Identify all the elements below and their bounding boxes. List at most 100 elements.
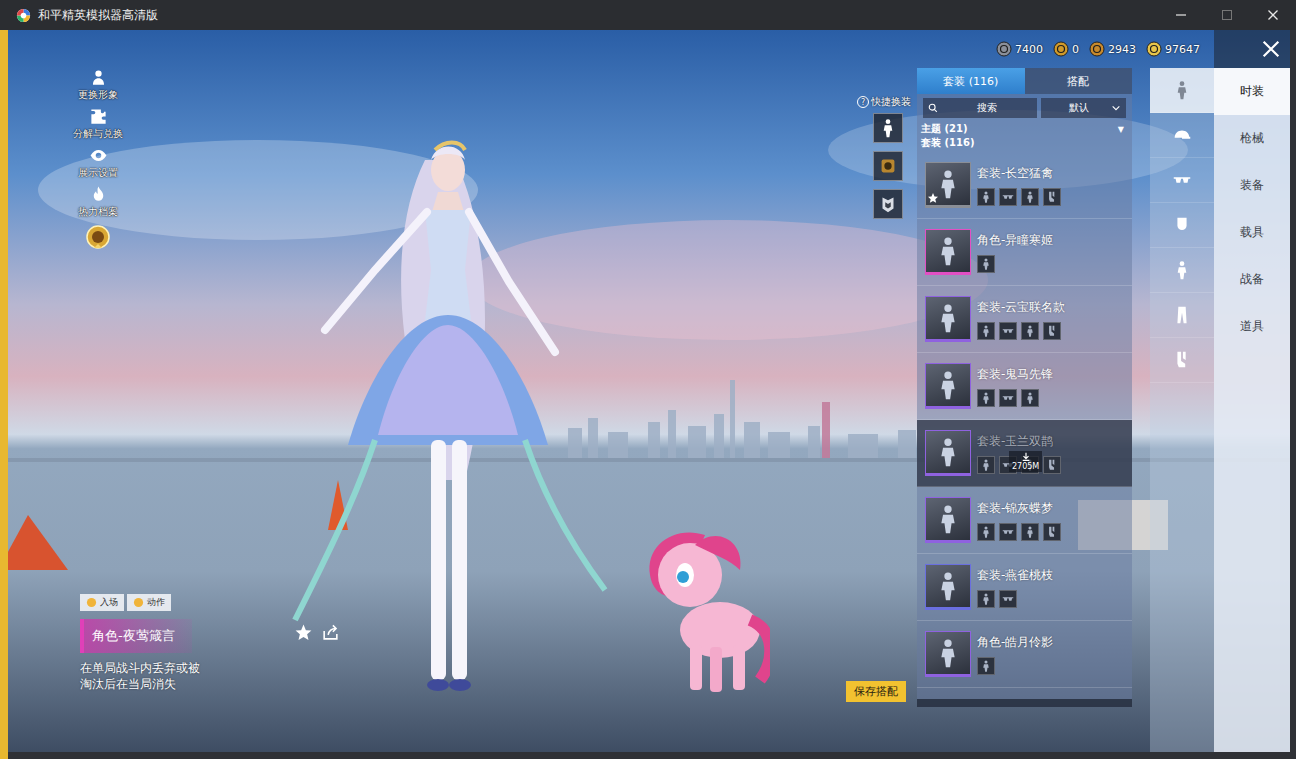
quick-slot[interactable] <box>873 151 903 181</box>
title-bar: 和平精英模拟器高清版 <box>0 0 1296 30</box>
info-tab[interactable]: 入场 <box>80 594 124 611</box>
outfit-item-body: 套装-锦灰蝶梦 <box>977 500 1128 541</box>
outfit-item[interactable]: 套装-鬼马先锋 <box>917 353 1132 420</box>
menu-label: 分解与兑换 <box>73 127 123 141</box>
part-icon <box>1001 190 1015 204</box>
outfit-name: 角色-异瞳寒姬 <box>977 232 1128 249</box>
outfit-item[interactable]: 角色-皓月伶影 <box>917 621 1132 688</box>
character-figure[interactable] <box>285 120 625 700</box>
outfit-thumbnail <box>925 296 971 342</box>
wardrobe-slot[interactable] <box>1150 68 1214 113</box>
favorite-button[interactable] <box>294 623 313 645</box>
outfit-item[interactable]: 套装-长空猛禽 <box>917 152 1132 219</box>
pet-pony[interactable] <box>645 515 770 700</box>
wardrobe-slot[interactable] <box>1150 248 1214 293</box>
outfit-item-body: 角色-皓月伶影 <box>977 634 1128 675</box>
outfit-parts <box>977 523 1128 541</box>
share-button[interactable] <box>321 623 340 645</box>
currency: 7400 <box>996 41 1043 57</box>
category-item[interactable]: 装备 <box>1214 162 1290 209</box>
outfit-thumbnail <box>925 564 971 610</box>
outfit-item[interactable]: 套装-锦灰蝶梦 <box>917 487 1132 554</box>
slot-icon <box>1171 124 1193 146</box>
info-tab-label: 入场 <box>100 596 118 609</box>
side-menu-item[interactable]: 更换形象 <box>78 68 118 102</box>
side-menu-item[interactable]: 展示设置 <box>78 146 118 180</box>
currency: 2943 <box>1089 41 1136 57</box>
currency-amount: 7400 <box>1015 43 1043 56</box>
part-icon <box>1045 458 1059 472</box>
wardrobe-slot[interactable] <box>1150 113 1214 158</box>
panel-scrollbar[interactable] <box>917 699 1132 707</box>
sort-dropdown[interactable]: 默认 <box>1041 98 1126 118</box>
outfit-thumbnail <box>925 363 971 409</box>
search-field[interactable]: 搜索 <box>923 98 1037 118</box>
tier-badge[interactable] <box>84 224 112 255</box>
category-item[interactable]: 枪械 <box>1214 115 1290 162</box>
category-item[interactable]: 载具 <box>1214 209 1290 256</box>
outfit-item-body: 套装-长空猛禽 <box>977 165 1128 206</box>
chevron-down-icon <box>1111 103 1121 113</box>
category-item[interactable]: 时装 <box>1214 68 1290 115</box>
outfit-part <box>1043 188 1061 206</box>
outfit-item[interactable]: 角色-异瞳寒姬 <box>917 219 1132 286</box>
minimize-button[interactable] <box>1158 0 1204 30</box>
outfit-figure-icon <box>931 368 965 402</box>
menu-label: 展示设置 <box>78 166 118 180</box>
save-outfit-button[interactable]: 保存搭配 <box>846 681 906 702</box>
wardrobe-slot[interactable] <box>1150 203 1214 248</box>
theme-filter[interactable]: 主题 (21) ▼ <box>917 120 1132 136</box>
currency: 0 <box>1053 41 1079 57</box>
help-badge[interactable]: ? <box>857 96 869 108</box>
outfit-item-body: 套装-鬼马先锋 <box>977 366 1128 407</box>
outfit-part <box>999 389 1017 407</box>
outfit-figure-icon <box>931 636 965 670</box>
menu-label: 热力档案 <box>78 205 118 219</box>
quick-slots <box>873 113 903 219</box>
category-item[interactable]: 道具 <box>1214 303 1290 350</box>
close-window-button[interactable] <box>1250 0 1296 30</box>
outfit-thumbnail <box>925 162 971 208</box>
outfit-name: 套装-长空猛禽 <box>977 165 1128 182</box>
wardrobe-slot[interactable] <box>1150 158 1214 203</box>
outfit-thumbnail <box>925 430 971 476</box>
quick-slot[interactable] <box>873 189 903 219</box>
outfit-part <box>1043 322 1061 340</box>
top-bar: 7400 0 2943 97647 <box>8 30 1290 68</box>
window-controls <box>1158 0 1296 30</box>
character-stage: 更换形象 分解与兑换 展示设置 热力档案 ? 快捷换装 入场 动作 角色-夜莺箴… <box>8 68 917 752</box>
side-menu-item[interactable]: 热力档案 <box>78 185 118 219</box>
close-wardrobe-button[interactable] <box>1256 34 1286 64</box>
info-tab[interactable]: 动作 <box>127 594 171 611</box>
part-icon <box>979 257 993 271</box>
part-icon <box>979 391 993 405</box>
maximize-button[interactable] <box>1204 0 1250 30</box>
quick-slot[interactable] <box>873 113 903 143</box>
panel-tab[interactable]: 套装 (116) <box>917 68 1025 94</box>
part-icon <box>1045 324 1059 338</box>
panel-tab[interactable]: 搭配 <box>1025 68 1133 94</box>
category-list: 时装枪械装备载具战备道具 <box>1214 68 1290 752</box>
category-item[interactable]: 战备 <box>1214 256 1290 303</box>
wardrobe-slot[interactable] <box>1150 293 1214 338</box>
download-overlay[interactable]: 2705M <box>1009 451 1042 472</box>
currency-amount: 2943 <box>1108 43 1136 56</box>
quick-change: ? 快捷换装 <box>857 95 911 219</box>
outfit-figure-icon <box>931 234 965 268</box>
minimize-icon <box>1175 9 1187 21</box>
side-menu-item[interactable]: 分解与兑换 <box>73 107 123 141</box>
outfit-part <box>999 322 1017 340</box>
download-size: 2705M <box>1012 462 1039 471</box>
slot-icon <box>1171 169 1193 191</box>
outfit-item[interactable]: 套装-玉兰双鹊 2705M <box>917 420 1132 487</box>
emulator-window: 和平精英模拟器高清版 7400 0 2943 97647 更换形象 分解与兑换 … <box>0 0 1296 759</box>
part-icon <box>1023 324 1037 338</box>
outfit-parts <box>977 657 1128 675</box>
wardrobe-slot[interactable] <box>1150 338 1214 383</box>
outfit-item[interactable]: 套装-云宝联名款 <box>917 286 1132 353</box>
part-icon <box>1001 391 1015 405</box>
outfit-item[interactable]: 套装-燕雀桃枝 <box>917 554 1132 621</box>
slot-icon <box>1171 304 1193 326</box>
outfit-name: 套装-鬼马先锋 <box>977 366 1128 383</box>
outfit-part <box>999 188 1017 206</box>
